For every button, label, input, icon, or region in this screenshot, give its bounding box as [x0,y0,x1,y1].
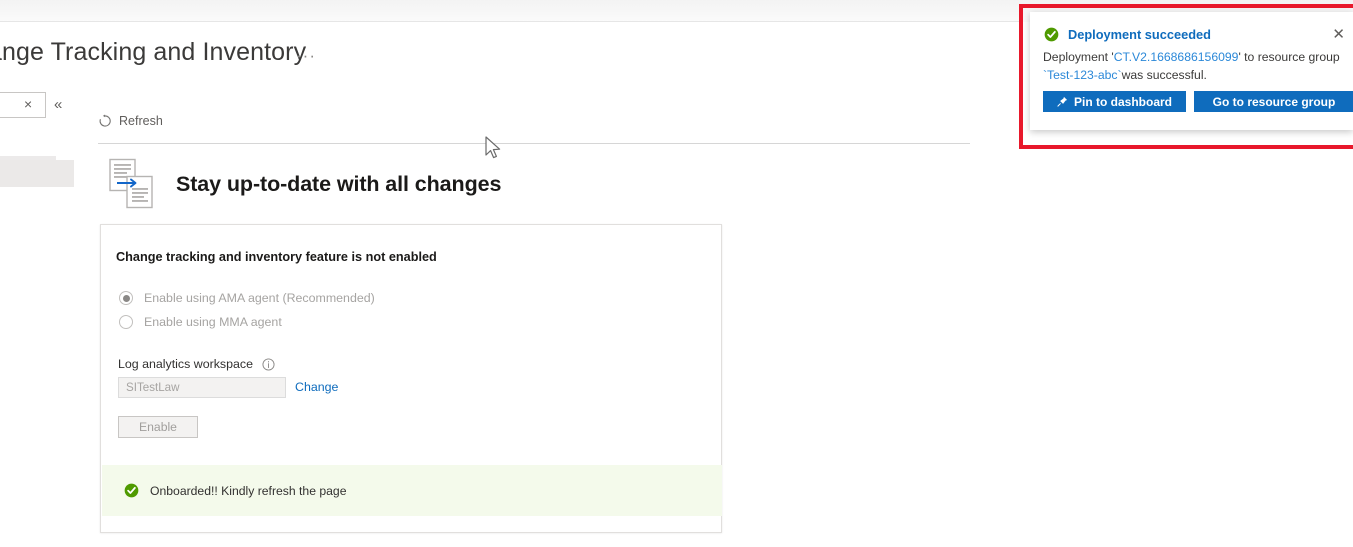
change-tracking-documents-icon [108,158,158,210]
radio-label-ama: Enable using AMA agent (Recommended) [144,291,375,305]
workspace-label: Log analytics workspace [118,357,253,371]
radio-selected-icon [119,291,133,305]
enable-button[interactable]: Enable [118,416,198,438]
info-circle-icon-svg [262,357,275,371]
onboarding-card: Change tracking and inventory feature is… [100,224,722,533]
hero-title: Stay up-to-date with all changes [176,171,502,196]
radio-dot [122,294,130,302]
mouse-cursor [485,136,501,159]
status-banner-text: Onboarded!! Kindly refresh the page [150,483,347,498]
card-heading: Change tracking and inventory feature is… [116,250,437,264]
command-bar-divider [98,143,970,144]
sidebar-search-input[interactable] [0,92,46,118]
collapse-chevron-icon[interactable]: « [54,97,62,112]
command-bar: Refresh [98,114,163,128]
success-check-icon-svg [124,483,139,498]
change-tracking-documents-icon-svg [109,158,153,209]
page-overflow-menu-icon[interactable]: ··· [296,46,316,66]
refresh-label: Refresh [119,114,163,128]
radio-option-ama[interactable]: Enable using AMA agent (Recommended) [119,291,375,305]
top-chrome-divider [0,21,1020,22]
search-clear-icon[interactable]: × [24,96,32,112]
workspace-label-row: Log analytics workspace [118,357,275,371]
hero-section: Stay up-to-date with all changes [108,158,501,210]
change-workspace-link[interactable]: Change [295,380,338,394]
refresh-icon-svg [99,114,111,127]
workspace-input[interactable] [118,377,286,398]
sidebar-item-selected[interactable] [0,156,74,187]
radio-option-mma[interactable]: Enable using MMA agent [119,315,282,329]
radio-unselected-icon [119,315,133,329]
page-title: ange Tracking and Inventory [0,38,307,66]
status-banner: Onboarded!! Kindly refresh the page [102,465,722,516]
highlight-annotation-border [1019,4,1353,149]
success-check-icon [124,483,139,498]
refresh-button[interactable]: Refresh [98,114,163,128]
azure-portal-screen: ange Tracking and Inventory ··· × « Refr… [0,0,1353,547]
radio-label-mma: Enable using MMA agent [144,315,282,329]
refresh-icon [98,114,112,128]
info-circle-icon[interactable] [262,357,275,371]
